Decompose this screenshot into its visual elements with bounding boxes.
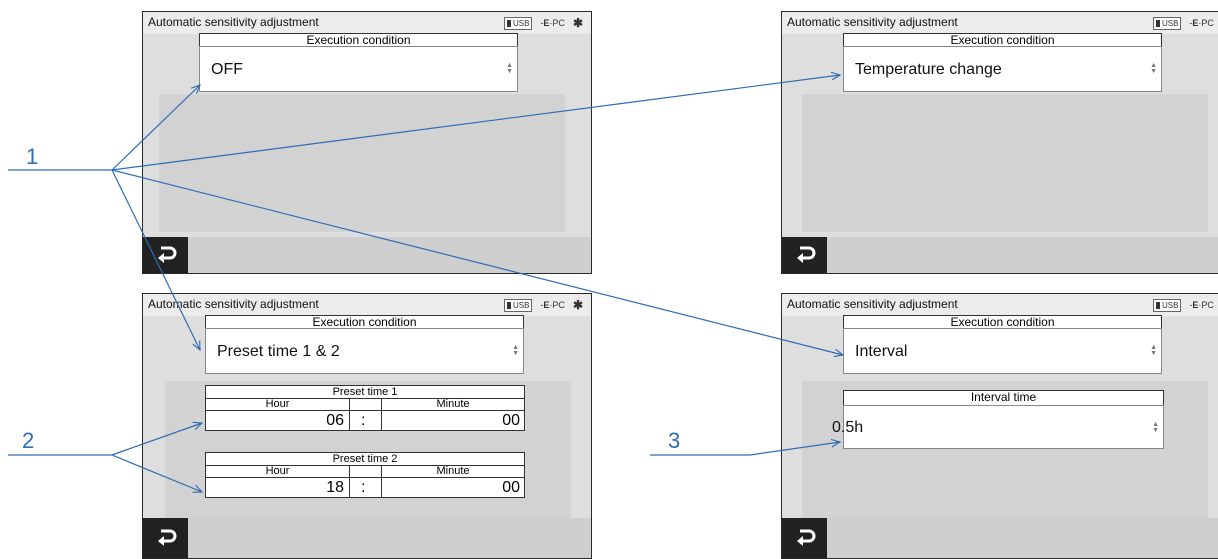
- callout-label-3: 3: [668, 428, 681, 453]
- callout-label-1: 1: [26, 144, 39, 169]
- callout-label-2: 2: [22, 428, 35, 453]
- callout-arrows: [8, 0, 1218, 559]
